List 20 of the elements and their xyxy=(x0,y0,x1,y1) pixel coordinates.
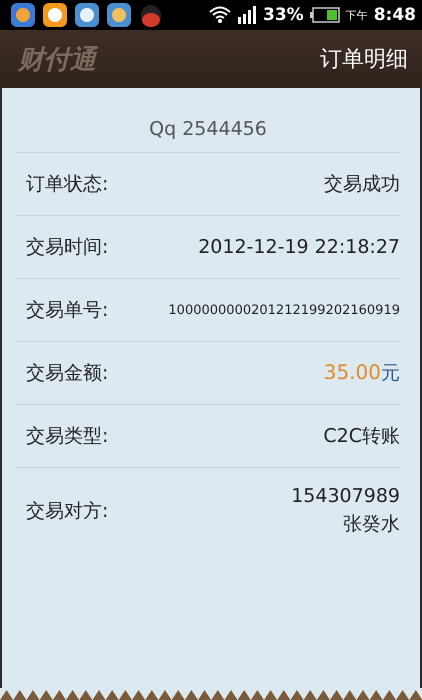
row-value: 交易成功 xyxy=(324,172,400,197)
row-value: C2C转账 xyxy=(323,424,400,449)
row-label: 交易类型: xyxy=(26,424,108,449)
clock-time: 8:48 xyxy=(374,5,416,25)
row-value: 154307989 xyxy=(291,485,400,507)
amount-value: 35.00 xyxy=(324,360,381,384)
row-label: 交易单号: xyxy=(26,298,108,323)
row-label: 交易时间: xyxy=(26,235,108,260)
row-label: 订单状态: xyxy=(26,172,108,197)
row-label: 交易对方: xyxy=(26,499,108,524)
page-title: 订单明细 xyxy=(320,46,408,74)
row-label: 交易金额: xyxy=(26,361,108,386)
row-value: 2012-12-19 22:18:27 xyxy=(198,236,400,258)
row-value: 张癸水 xyxy=(343,512,400,537)
time-period: 下午 xyxy=(346,8,368,22)
battery-percent: 33% xyxy=(263,5,304,25)
app-logo: 财付通 xyxy=(18,44,96,76)
row-value: 1000000000201212199202160919 xyxy=(168,302,400,318)
account-name: Qq 2544456 xyxy=(16,88,400,153)
currency-unit: 元 xyxy=(381,361,400,386)
